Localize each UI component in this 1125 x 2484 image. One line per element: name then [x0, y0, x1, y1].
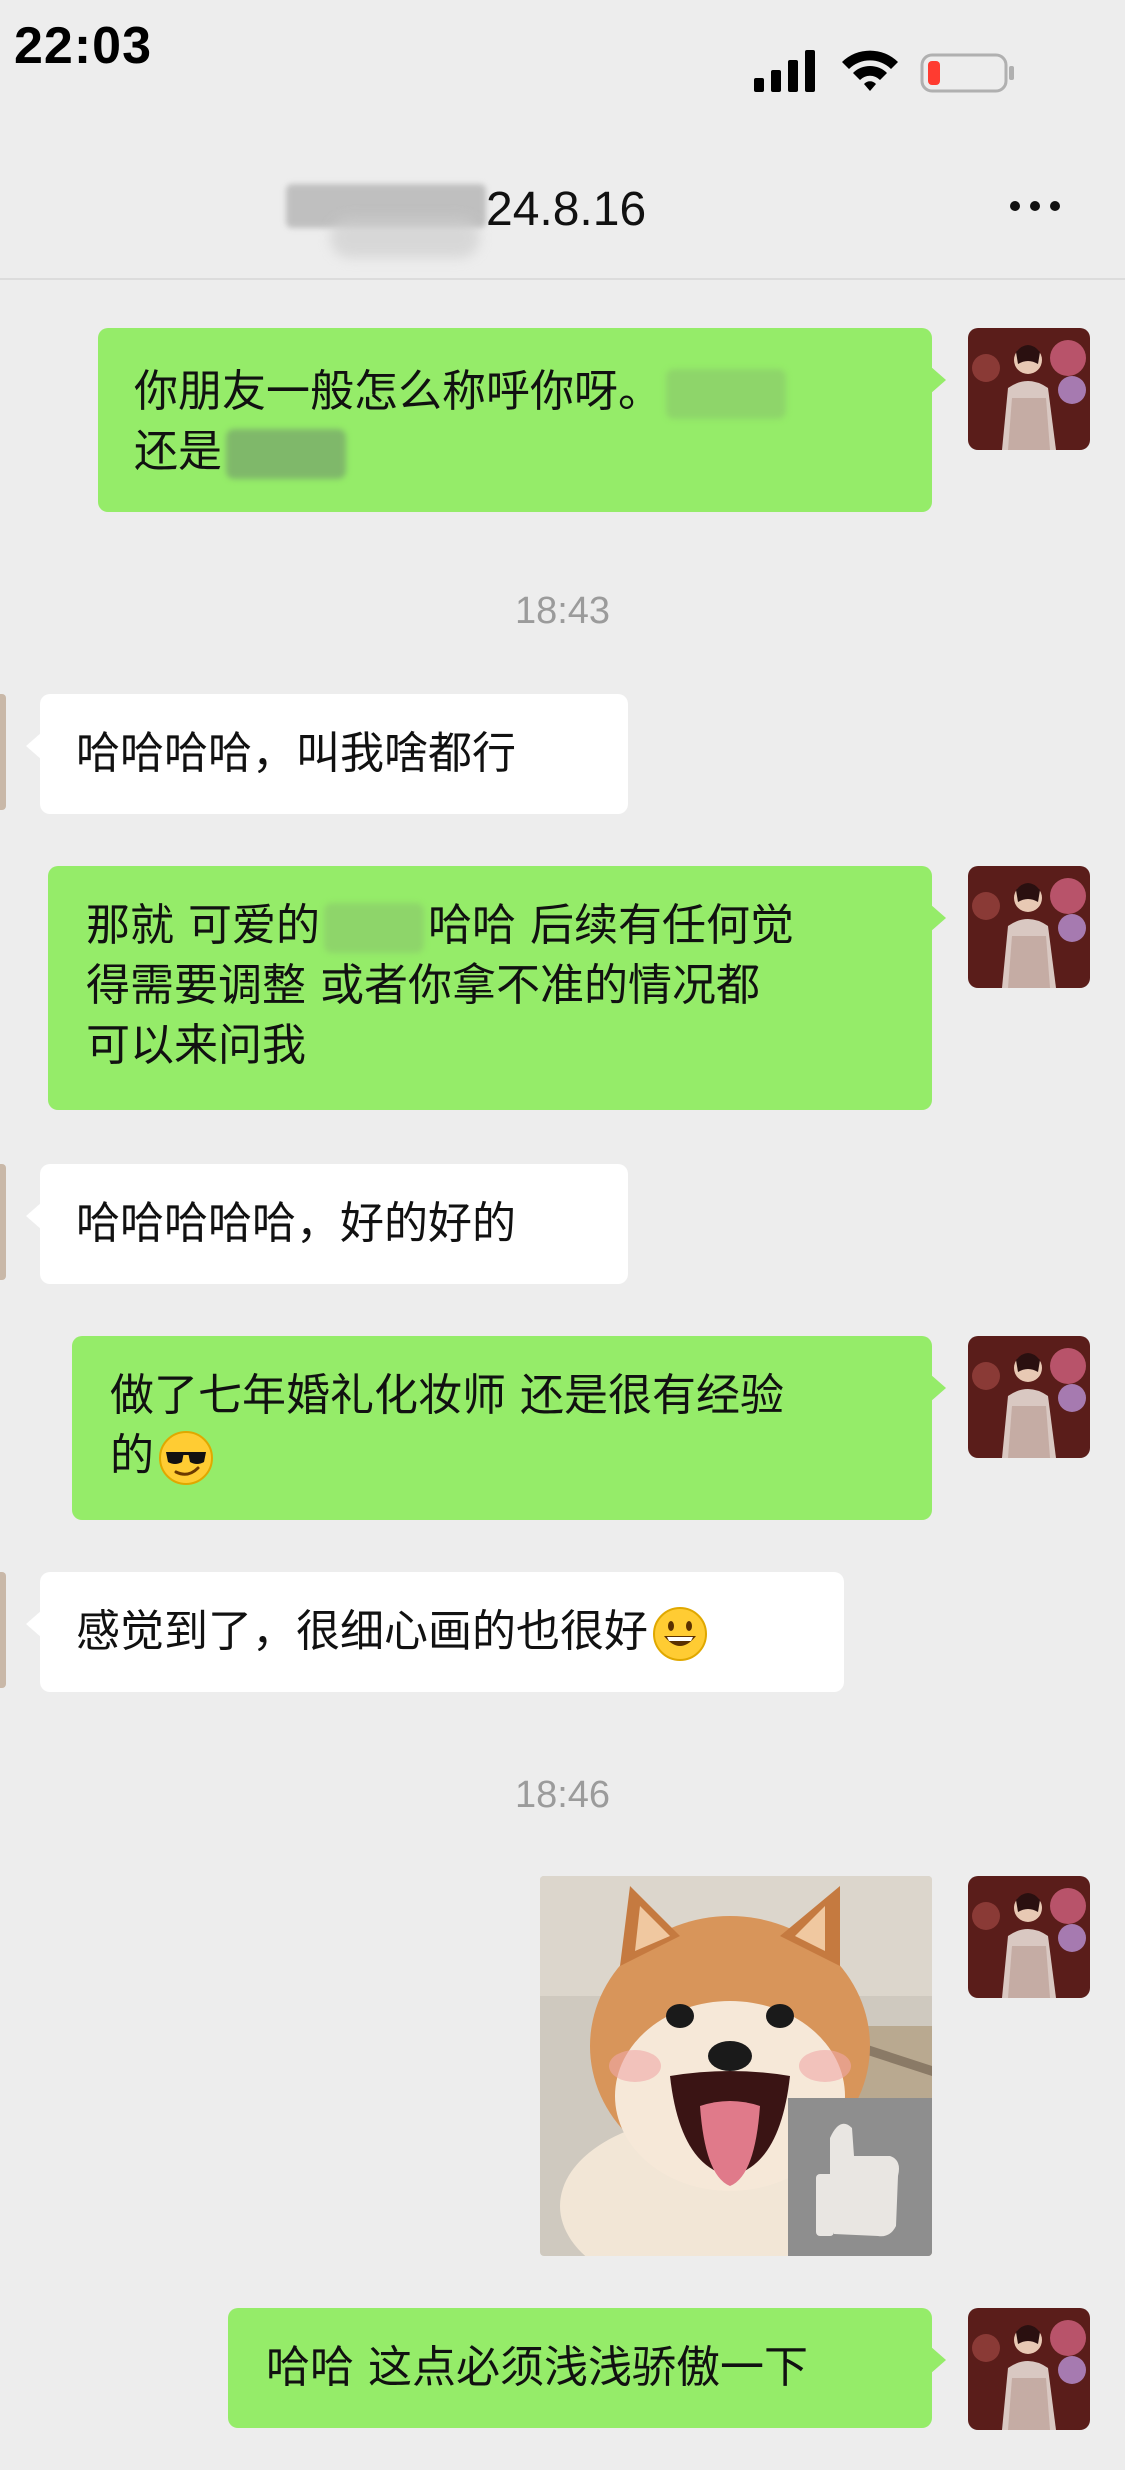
grinning-face-icon — [653, 1607, 707, 1661]
message-line: 还是 — [134, 422, 896, 482]
blurred-name — [324, 903, 424, 953]
cellular-signal-icon — [754, 50, 815, 92]
chat-title: 24.8.16 — [486, 183, 647, 236]
status-bar: 22:03 — [0, 0, 1125, 120]
message-line: 得需要调整 或者你拿不准的情况都 — [86, 960, 760, 1011]
my-avatar[interactable] — [968, 2308, 1090, 2430]
sunglasses-face-icon — [159, 1431, 213, 1485]
timestamp: 18:46 — [514, 1774, 611, 1816]
my-avatar[interactable] — [968, 1336, 1090, 1458]
incoming-message-bubble[interactable]: 哈哈哈哈哈，好的好的 — [26, 1164, 628, 1284]
message-line: 可以来问我 — [86, 1020, 306, 1071]
contact-avatar-edge[interactable] — [0, 694, 6, 810]
outgoing-message-bubble[interactable]: 哈哈 这点必须浅浅骄傲一下 — [228, 2308, 946, 2428]
outgoing-message-bubble[interactable]: 做了七年婚礼化妆师 还是很有经验 的 — [72, 1336, 946, 1520]
my-avatar[interactable] — [968, 328, 1090, 450]
my-avatar[interactable] — [968, 1876, 1090, 1998]
message-line: 你朋友一般怎么称呼你呀。 — [134, 362, 896, 422]
outgoing-message-bubble[interactable]: 你朋友一般怎么称呼你呀。 还是 — [98, 328, 946, 512]
ellipsis-icon[interactable] — [1010, 196, 1074, 226]
wifi-icon — [842, 50, 898, 91]
contact-avatar-edge[interactable] — [0, 1572, 6, 1688]
my-avatar[interactable] — [968, 866, 1090, 988]
outgoing-message-bubble[interactable]: 那就 可爱的 哈哈 后续有任何觉 得需要调整 或者你拿不准的情况都 可以来问我 — [48, 866, 946, 1110]
shiba-dog-thumbs-up-sticker[interactable] — [540, 1876, 932, 2256]
contact-avatar-edge[interactable] — [0, 1164, 6, 1280]
status-time: 22:03 — [14, 17, 152, 75]
message-line: 做了七年婚礼化妆师 还是很有经验 — [110, 1370, 784, 1421]
incoming-message-bubble[interactable]: 哈哈哈哈，叫我啥都行 — [26, 694, 628, 814]
chat-header: 24.8.16 — [0, 120, 1125, 280]
blurred-name — [226, 429, 346, 479]
battery-low-icon — [920, 53, 1014, 93]
next-message-edge — [0, 2470, 1125, 2484]
blurred-name — [666, 369, 786, 419]
message-line: 那就 可爱的 哈哈 后续有任何觉 — [86, 900, 794, 953]
blurred-contact-name-extra — [330, 218, 480, 258]
incoming-message-bubble[interactable]: 感觉到了，很细心画的也很好 — [26, 1572, 844, 1692]
timestamp: 18:43 — [514, 590, 611, 632]
message-line: 的 — [110, 1426, 894, 1486]
